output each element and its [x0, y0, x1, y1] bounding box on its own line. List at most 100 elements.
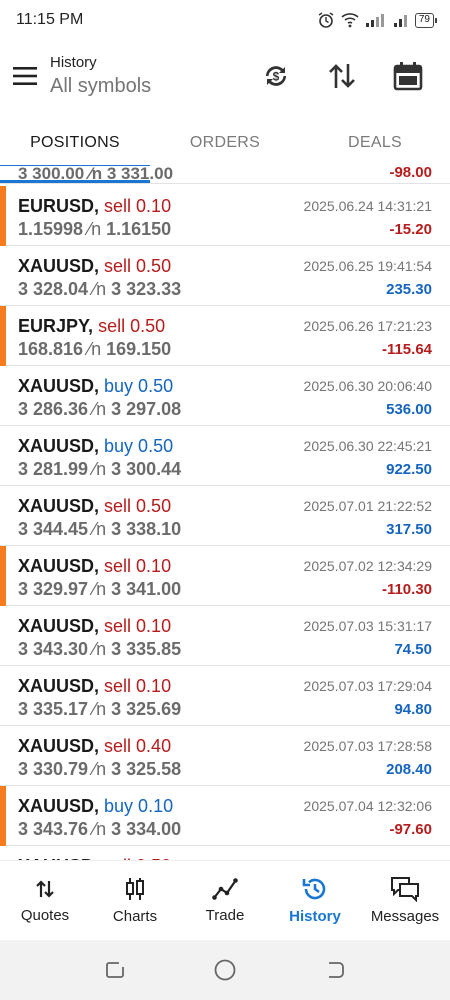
list-item[interactable]: XAUUSD, sell 0.50 3 328.04 ⁄n 3 323.33 2025.…	[0, 246, 450, 306]
position-prices: 3 343.30 ⁄n 3 335.85	[18, 639, 181, 660]
bottom-nav: Quotes Charts Trade History Messages	[0, 860, 450, 940]
position-time: 2025.07.03 17:28:58	[303, 738, 432, 754]
position-side: buy 0.50	[104, 376, 174, 396]
list-item[interactable]: XAUUSD, sell 0.40 3 330.79 ⁄n 3 325.58 2025.…	[0, 726, 450, 786]
close-price: 3 297.08	[111, 399, 182, 419]
positions-list[interactable]: 3 300.00 ⁄n 3 331.00 -98.00 EURUSD, sell…	[0, 166, 450, 860]
tab-positions[interactable]: POSITIONS	[0, 120, 150, 168]
nav-history[interactable]: History	[270, 861, 360, 940]
position-prices: 3 335.17 ⁄n 3 325.69	[18, 699, 181, 720]
position-time: 2025.06.25 19:41:54	[303, 258, 432, 274]
position-prices: 3 328.04 ⁄n 3 323.33	[18, 279, 181, 300]
position-symbol: XAUUSD, sell 0.50	[18, 256, 171, 277]
list-item[interactable]: 3 300.00 ⁄n 3 331.00 -98.00	[0, 166, 450, 184]
position-side: sell 0.10	[104, 196, 172, 216]
list-item[interactable]: EURJPY, sell 0.50 168.816 ⁄n 169.150 2025.06…	[0, 306, 450, 366]
symbol-name: XAUUSD,	[18, 736, 100, 756]
nav-messages[interactable]: Messages	[360, 861, 450, 940]
open-price: 3 343.30	[18, 639, 89, 659]
nav-trade[interactable]: Trade	[180, 861, 270, 940]
list-item[interactable]: XAUUSD, buy 0.50 3 281.99 ⁄n 3 300.44 2025.0…	[0, 426, 450, 486]
nav-label: Charts	[112, 908, 158, 925]
signal-2-icon	[393, 15, 407, 27]
price-arrow: ⁄n	[88, 339, 102, 359]
svg-text:$: $	[273, 70, 280, 84]
position-time: 2025.07.03 17:29:04	[303, 678, 432, 694]
charts-icon	[126, 878, 144, 900]
history-tabs: POSITIONS ORDERS DEALS	[0, 120, 450, 168]
list-item[interactable]: XAUUSD, sell 0.10 3 329.97 ⁄n 3 341.00 2025.…	[0, 546, 450, 606]
list-item[interactable]: XAUUSD, sell 0.10 3 343.30 ⁄n 3 335.85 2025.…	[0, 606, 450, 666]
position-profit: -110.30	[381, 581, 432, 598]
position-side: sell 0.50	[104, 256, 172, 276]
back-button[interactable]	[315, 950, 355, 990]
symbol-name: XAUUSD,	[18, 616, 100, 636]
price-arrow: ⁄n	[93, 459, 107, 479]
price-arrow: ⁄n	[93, 819, 107, 839]
close-price: 3 338.10	[111, 519, 182, 539]
header-actions: $	[250, 50, 450, 102]
position-profit: 235.30	[386, 281, 432, 298]
close-price: 1.16150	[106, 219, 172, 239]
battery-icon: 79	[414, 12, 438, 28]
position-symbol: XAUUSD, sell 0.10	[18, 616, 171, 637]
position-symbol: XAUUSD, sell 0.10	[18, 556, 171, 577]
calendar-button[interactable]	[382, 50, 434, 102]
position-symbol: XAUUSD, sell 0.50	[18, 496, 171, 517]
trade-icon	[212, 878, 238, 900]
sort-button[interactable]	[316, 50, 368, 102]
alarm-icon	[318, 12, 334, 28]
price-arrow: ⁄n	[93, 399, 107, 419]
position-profit: -97.60	[389, 821, 432, 838]
tab-deals[interactable]: DEALS	[300, 120, 450, 166]
home-button[interactable]	[205, 950, 245, 990]
position-profit: 74.50	[394, 641, 432, 658]
position-prices: 168.816 ⁄n 169.150	[18, 339, 171, 360]
price-arrow: ⁄n	[93, 579, 107, 599]
position-time: 2025.07.04 12:32:06	[303, 798, 432, 814]
nav-charts[interactable]: Charts	[90, 861, 180, 940]
history-icon	[302, 878, 326, 900]
currency-exchange-button[interactable]: $	[250, 50, 302, 102]
position-symbol: XAUUSD, sell 0.10	[18, 676, 171, 697]
quotes-icon	[36, 880, 54, 898]
position-side: sell 0.10	[104, 556, 172, 576]
list-item[interactable]: XAUUSD, sell 0.10 3 335.17 ⁄n 3 325.69 2025.…	[0, 666, 450, 726]
tab-orders[interactable]: ORDERS	[150, 120, 300, 166]
list-item[interactable]: XAUUSD, sell 0.502025.07.04 13:18:20	[0, 846, 450, 860]
wifi-icon	[341, 13, 359, 28]
close-price: 3 334.00	[111, 819, 182, 839]
loss-marker	[0, 306, 6, 366]
nav-label: History	[289, 908, 341, 925]
price-arrow: ⁄n	[88, 219, 102, 239]
list-item[interactable]: EURUSD, sell 0.10 1.15998 ⁄n 1.16150 2025.06…	[0, 186, 450, 246]
list-item[interactable]: XAUUSD, sell 0.50 3 344.45 ⁄n 3 338.10 2025.…	[0, 486, 450, 546]
open-price: 3 281.99	[18, 459, 89, 479]
close-price: 169.150	[106, 339, 172, 359]
position-prices: 3 330.79 ⁄n 3 325.58	[18, 759, 181, 780]
list-item[interactable]: XAUUSD, buy 0.50 3 286.36 ⁄n 3 297.08 2025.0…	[0, 366, 450, 426]
header-titles[interactable]: History All symbols	[50, 54, 250, 98]
price-arrow: ⁄n	[93, 699, 107, 719]
header-title: History	[50, 54, 97, 71]
price-arrow: ⁄n	[93, 639, 107, 659]
open-price: 3 286.36	[18, 399, 89, 419]
position-time: 2025.07.02 12:34:29	[303, 558, 432, 574]
position-prices: 3 281.99 ⁄n 3 300.44	[18, 459, 181, 480]
close-price: 3 300.44	[111, 459, 182, 479]
symbol-name: XAUUSD,	[18, 436, 100, 456]
menu-button[interactable]	[0, 40, 50, 112]
symbol-name: XAUUSD,	[18, 496, 100, 516]
nav-quotes[interactable]: Quotes	[0, 861, 90, 940]
recents-button[interactable]	[95, 950, 135, 990]
close-price: 3 335.85	[111, 639, 182, 659]
position-side: buy 0.10	[104, 796, 174, 816]
loss-marker	[0, 546, 6, 606]
status-bar: 11:15 PM 79	[0, 0, 450, 40]
list-item[interactable]: XAUUSD, buy 0.10 3 343.76 ⁄n 3 334.00 2025.0…	[0, 786, 450, 846]
nav-label: Quotes	[20, 907, 70, 924]
symbol-filter[interactable]: All symbols	[50, 75, 250, 98]
position-symbol: XAUUSD, sell 0.40	[18, 736, 171, 757]
price-arrow: ⁄n	[93, 759, 107, 779]
open-price: 3 330.79	[18, 759, 89, 779]
